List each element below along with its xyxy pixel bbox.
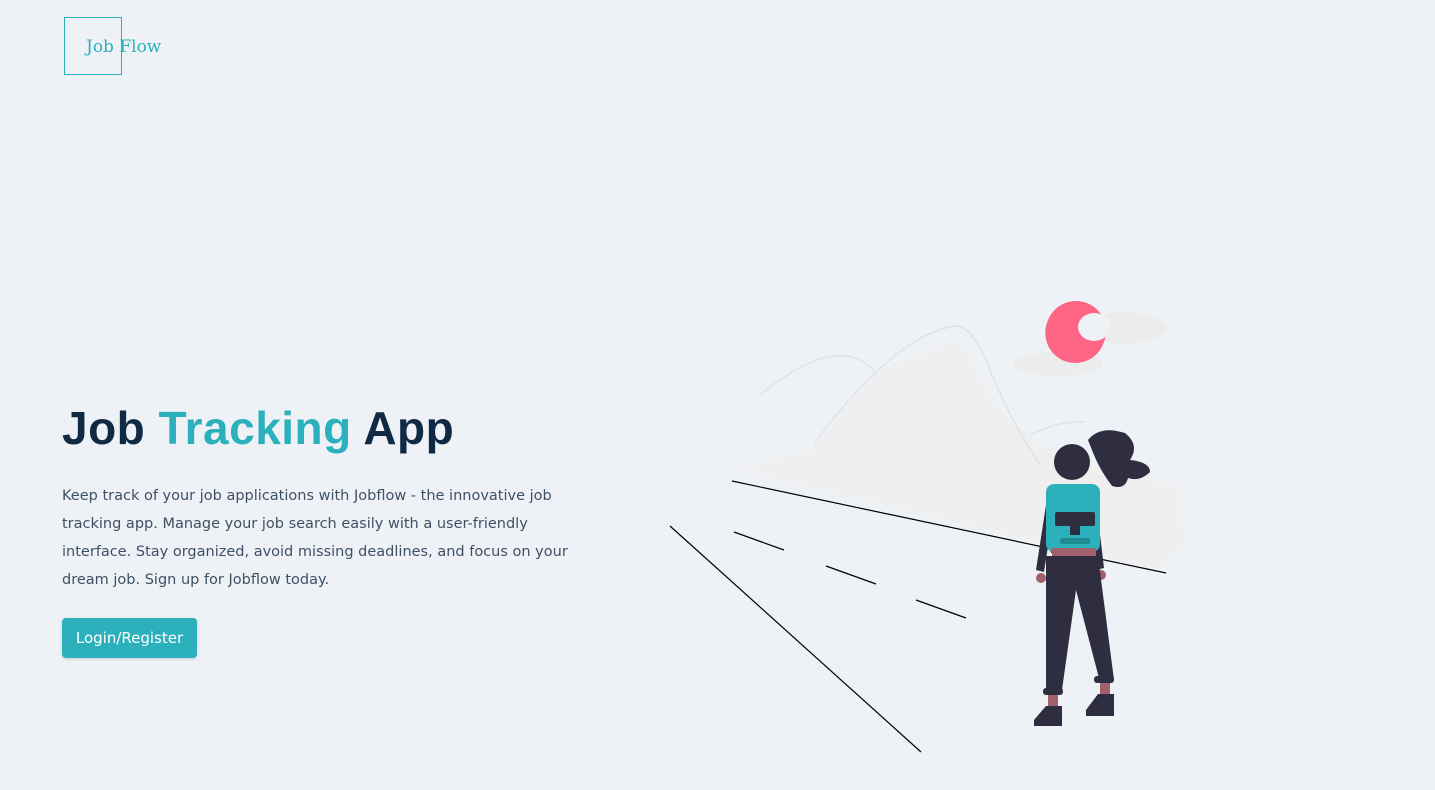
login-register-button[interactable]: Login/Register [62, 618, 197, 658]
page-title: Job Tracking App [62, 398, 454, 458]
hiker-landscape-illustration [669, 301, 1185, 753]
title-part-2: App [351, 402, 455, 454]
title-accent: Tracking [158, 402, 352, 454]
hero-description: Keep track of your job applications with… [62, 488, 568, 588]
title-part-1: Job [62, 402, 159, 454]
logo-text: Job Flow [86, 37, 162, 57]
